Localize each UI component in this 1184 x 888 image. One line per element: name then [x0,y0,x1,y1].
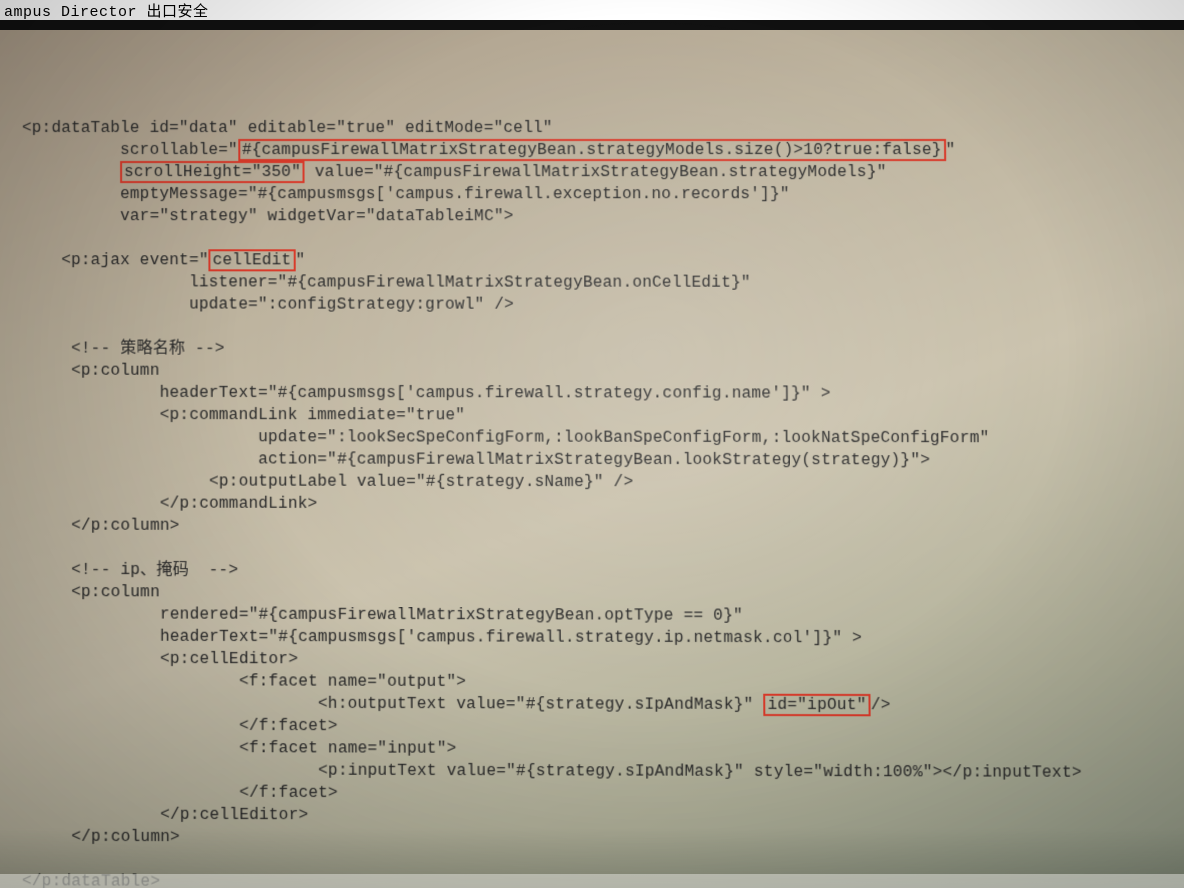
code-line: </f:facet> [22,783,338,802]
code-line: <p:column [22,362,160,380]
code-line: action="#{campusFirewallMatrixStrategyBe… [22,450,930,469]
code-line: /> [871,696,891,714]
code-line: <p:dataTable id="data" editable="true" e… [22,119,553,137]
code-line: listener="#{campusFirewallMatrixStrategy… [22,273,751,292]
code-line: <p:ajax event=" [22,251,209,269]
code-line [22,163,120,181]
code-line: headerText="#{campusmsgs['campus.firewal… [22,384,831,403]
code-line: <!-- 策略名称 --> [22,339,225,357]
code-line: <p:column [22,583,160,601]
code-line: </p:column> [22,516,180,534]
code-line: " [295,251,305,269]
code-line: </p:cellEditor> [22,805,308,824]
code-line: <p:commandLink immediate="true" [22,406,465,425]
highlight-scrollable-expr: #{campusFirewallMatrixStrategyBean.strat… [238,139,946,161]
bottom-ui-strip [0,874,1184,888]
code-line: <h:outputText value="#{strategy.sIpAndMa… [22,694,763,714]
code-line: rendered="#{campusFirewallMatrixStrategy… [22,605,743,625]
code-line: <f:facet name="output"> [22,672,466,691]
code-line: value="#{campusFirewallMatrixStrategyBea… [305,163,887,181]
code-line: </p:commandLink> [22,494,317,513]
code-line: <p:outputLabel value="#{strategy.sName}"… [22,472,633,491]
code-line: <p:inputText value="#{strategy.sIpAndMas… [22,761,1082,782]
code-line: <p:cellEditor> [22,650,298,669]
code-line: <!-- ip、掩码 --> [22,561,238,580]
code-line: " [946,141,956,159]
highlight-id-ipout: id="ipOut" [763,694,870,717]
code-line: update=":configStrategy:growl" /> [22,295,514,313]
window-titlebar-fragment: ampus Director 出口安全 [0,0,1184,20]
code-block: <p:dataTable id="data" editable="true" e… [22,95,1083,888]
code-line: headerText="#{campusmsgs['campus.firewal… [22,627,862,647]
code-line: update=":lookSecSpeConfigForm,:lookBanSp… [22,428,990,447]
dark-strip [0,20,1184,30]
code-line: </f:facet> [22,716,338,735]
code-line: emptyMessage="#{campusmsgs['campus.firew… [22,185,790,203]
highlight-celledit: cellEdit [209,249,296,271]
code-line: <f:facet name="input"> [22,738,457,757]
highlight-scrollheight: scrollHeight="350" [120,161,305,183]
code-line: var="strategy" widgetVar="dataTableiMC"> [22,207,514,225]
titlebar-text: ampus Director 出口安全 [4,4,209,21]
code-line: scrollable=" [22,141,238,159]
